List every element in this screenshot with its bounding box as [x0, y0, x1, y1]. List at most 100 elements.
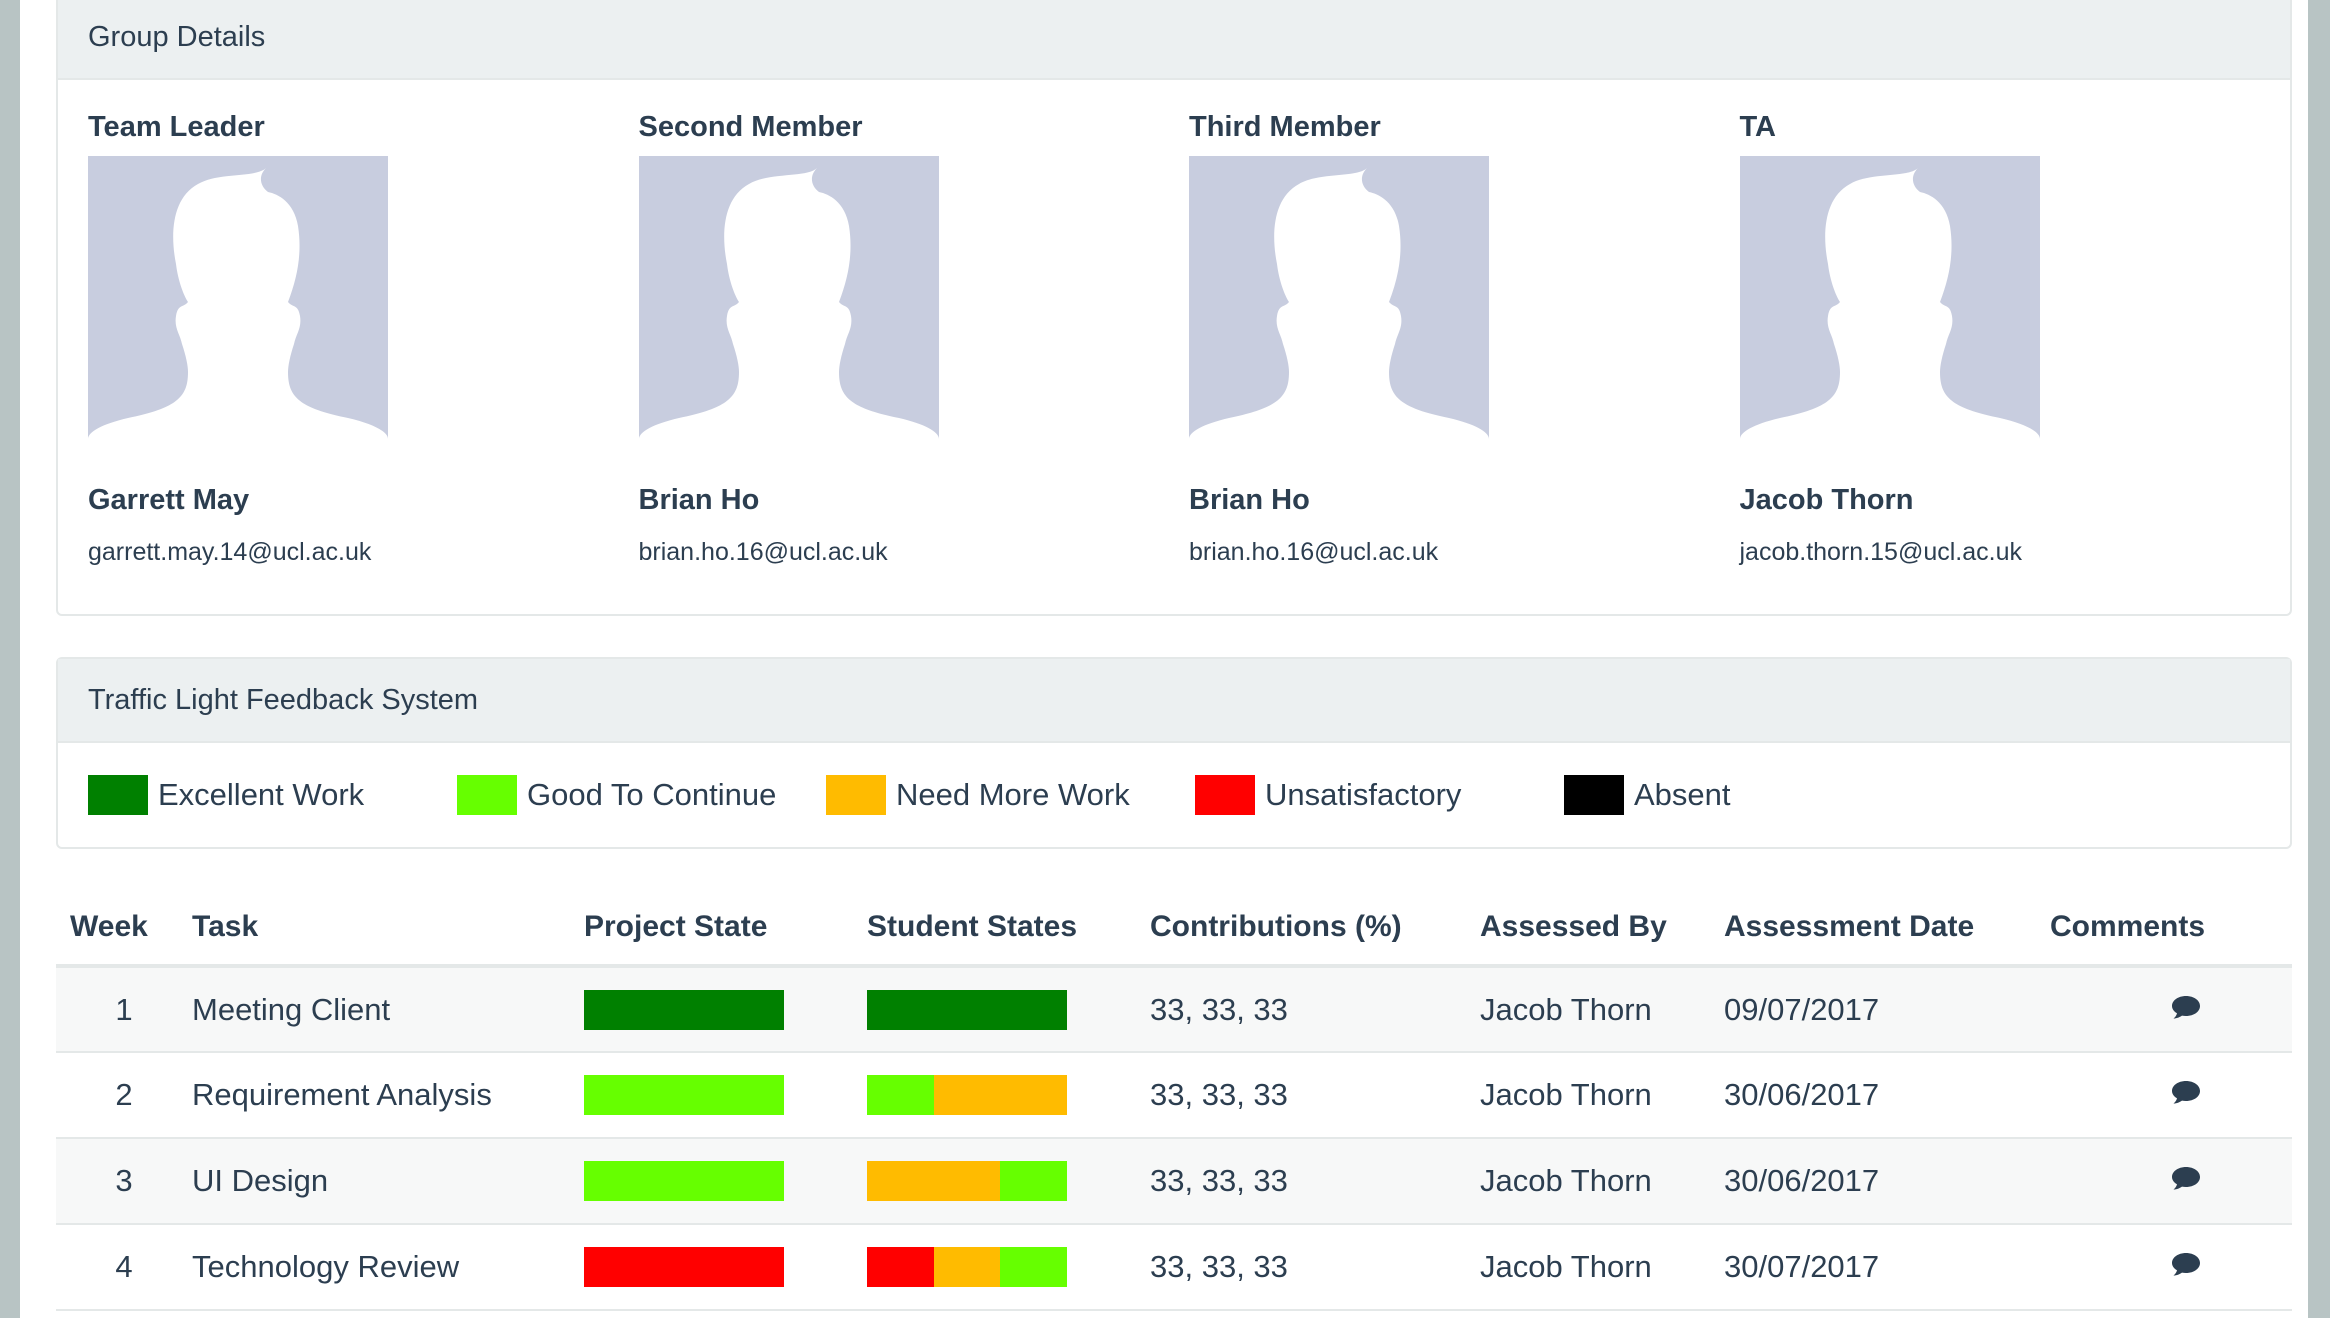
assessment-table: Week Task Project State Student States C… [56, 890, 2292, 1311]
cell-week: 4 [56, 1224, 192, 1311]
student-state-segment [933, 1075, 1001, 1115]
legend-swatch [1564, 775, 1624, 815]
member-team-leader: Team Leader Garrett May garrett.may.14@u… [88, 80, 639, 567]
cell-assessment-date: 30/06/2017 [1724, 1052, 2050, 1139]
member-name: Brian Ho [1189, 484, 1310, 516]
table-row: 3 UI Design 33, 33, 33 Jacob Thorn 30/06/201… [56, 1138, 2292, 1225]
header-task: Task [192, 890, 584, 968]
header-contributions: Contributions (%) [1150, 890, 1480, 968]
person-silhouette-icon [1739, 168, 2040, 439]
cell-assessed-by: Jacob Thorn [1480, 1138, 1724, 1225]
member-name: Jacob Thorn [1739, 484, 1914, 516]
cell-assessed-by: Jacob Thorn [1480, 1052, 1724, 1139]
cell-contributions: 33, 33, 33 [1150, 1224, 1480, 1311]
cell-student-states [867, 1224, 1150, 1311]
student-state-segment [1000, 1161, 1068, 1201]
project-state-segment [584, 1161, 784, 1201]
avatar [1189, 156, 1489, 439]
student-state-segment [867, 1161, 934, 1201]
comment-icon[interactable] [2170, 992, 2202, 1018]
comment-icon[interactable] [2170, 1163, 2202, 1190]
group-details-heading: Group Details [58, 0, 2290, 80]
cell-student-states [867, 1052, 1150, 1139]
project-state-segment [584, 1247, 784, 1287]
student-states-bar [867, 1247, 1068, 1287]
student-state-segment [867, 989, 934, 1030]
legend-item-absent: Absent [1564, 775, 1933, 815]
person-silhouette-icon [638, 168, 939, 439]
cell-task: Technology Review [192, 1224, 584, 1311]
member-name: Brian Ho [638, 484, 760, 516]
traffic-light-heading: Traffic Light Feedback System [58, 659, 2290, 743]
legend-item-good: Good To Continue [457, 775, 826, 815]
member-third: Third Member Brian Ho brian.ho.16@ucl.ac… [1189, 80, 1740, 567]
member-ta: TA Jacob Thorn jacob.thorn.15@ucl.ac.uk [1739, 80, 2291, 567]
legend-label: Need More Work [896, 777, 1130, 812]
avatar [88, 156, 388, 439]
cell-assessment-date: 09/07/2017 [1724, 966, 2050, 1053]
member-name: Garrett May [88, 484, 250, 516]
member-email: jacob.thorn.15@ucl.ac.uk [1739, 538, 2022, 566]
student-states-bar [867, 1161, 1068, 1201]
student-states-bar [867, 1075, 1068, 1115]
comment-icon[interactable] [2170, 1077, 2202, 1104]
project-state-bar [584, 1075, 784, 1115]
member-email: brian.ho.16@ucl.ac.uk [638, 538, 888, 566]
cell-week: 1 [56, 966, 192, 1053]
header-week: Week [56, 890, 192, 968]
person-silhouette-icon [1189, 168, 1489, 439]
cell-contributions: 33, 33, 33 [1150, 1138, 1480, 1225]
project-state-bar [584, 1247, 784, 1287]
cell-project-state [584, 966, 867, 1053]
legend-label: Good To Continue [527, 777, 777, 812]
cell-student-states [867, 1138, 1150, 1225]
member-role: Second Member [638, 111, 863, 143]
member-role: TA [1739, 111, 1777, 143]
page: Group Details Team Leader Garrett May ga… [20, 0, 2308, 1318]
table-row: 2 Requirement Analysis 33, 33, 33 Jacob Tho… [56, 1052, 2292, 1139]
student-state-segment [933, 989, 1001, 1030]
project-state-segment [584, 989, 784, 1030]
cell-task: Requirement Analysis [192, 1052, 584, 1139]
cell-assessed-by: Jacob Thorn [1480, 966, 1724, 1053]
table-row: 1 Meeting Client 33, 33, 33 Jacob Thorn 09/0… [56, 966, 2292, 1053]
legend-swatch [88, 775, 148, 815]
header-project-state: Project State [584, 890, 867, 968]
table-header-row: Week Task Project State Student States C… [56, 890, 2292, 968]
legend-swatch [1195, 775, 1255, 815]
cell-task: Meeting Client [192, 966, 584, 1053]
student-states-bar [867, 989, 1068, 1030]
cell-task: UI Design [192, 1138, 584, 1225]
cell-contributions: 33, 33, 33 [1150, 966, 1480, 1053]
table-row: 4 Technology Review 33, 33, 33 Jacob Thorn 3… [56, 1224, 2292, 1311]
member-role: Third Member [1189, 111, 1381, 143]
project-state-bar [584, 989, 784, 1030]
cell-comments [2050, 1224, 2292, 1311]
cell-contributions: 33, 33, 33 [1150, 1052, 1480, 1139]
legend-label: Excellent Work [158, 777, 365, 812]
avatar [1739, 156, 2040, 439]
legend-item-unsatisfactory: Unsatisfactory [1195, 775, 1564, 815]
cell-assessment-date: 30/06/2017 [1724, 1138, 2050, 1225]
student-state-segment [1000, 1075, 1068, 1115]
legend: Excellent Work Good To Continue Need Mor… [58, 743, 2290, 847]
cell-comments [2050, 1052, 2292, 1139]
cell-assessment-date: 30/07/2017 [1724, 1224, 2050, 1311]
cell-week: 2 [56, 1052, 192, 1139]
legend-label: Unsatisfactory [1265, 777, 1462, 812]
cell-project-state [584, 1224, 867, 1311]
project-state-segment [584, 1075, 784, 1115]
person-silhouette-icon [88, 168, 388, 439]
comment-icon[interactable] [2170, 1249, 2202, 1276]
member-email: garrett.may.14@ucl.ac.uk [88, 538, 372, 566]
student-state-segment [1000, 1247, 1068, 1287]
project-state-bar [584, 1161, 784, 1201]
student-state-segment [867, 1247, 934, 1287]
cell-comments [2050, 966, 2292, 1053]
student-state-segment [1000, 989, 1068, 1030]
header-assessed-by: Assessed By [1480, 890, 1724, 968]
student-state-segment [933, 1247, 1001, 1287]
group-details-panel: Group Details Team Leader Garrett May ga… [56, 0, 2292, 616]
cell-project-state [584, 1052, 867, 1139]
member-role: Team Leader [88, 111, 265, 143]
